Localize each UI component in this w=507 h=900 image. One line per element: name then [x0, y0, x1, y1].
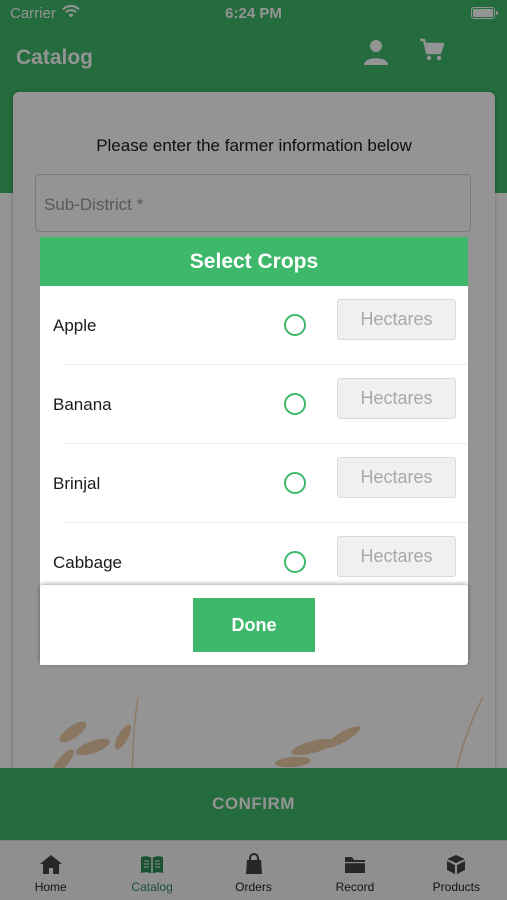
- crop-row-cabbage[interactable]: Cabbage Hectares: [40, 523, 468, 583]
- hectares-input[interactable]: Hectares: [337, 536, 456, 577]
- crop-row-apple[interactable]: Apple Hectares: [40, 286, 468, 365]
- crop-radio[interactable]: [284, 393, 306, 415]
- hectares-input[interactable]: Hectares: [337, 378, 456, 419]
- crop-name: Brinjal: [53, 474, 101, 493]
- dialog-title: Select Crops: [189, 249, 319, 273]
- dialog-header: Select Crops: [40, 237, 468, 286]
- crop-radio[interactable]: [284, 472, 306, 494]
- crop-name: Apple: [53, 316, 97, 335]
- crop-row-brinjal[interactable]: Brinjal Hectares: [40, 444, 468, 523]
- hectares-input[interactable]: Hectares: [337, 457, 456, 498]
- crop-list[interactable]: Apple Hectares Banana Hectares Brinjal H…: [40, 286, 468, 583]
- crop-radio[interactable]: [284, 551, 306, 573]
- crop-row-banana[interactable]: Banana Hectares: [40, 365, 468, 444]
- hectares-input[interactable]: Hectares: [337, 299, 456, 340]
- crop-radio[interactable]: [284, 314, 306, 336]
- crop-name: Cabbage: [53, 553, 123, 572]
- dialog-footer: Done: [40, 585, 468, 665]
- done-button[interactable]: Done: [193, 598, 315, 652]
- crop-name: Banana: [53, 395, 112, 414]
